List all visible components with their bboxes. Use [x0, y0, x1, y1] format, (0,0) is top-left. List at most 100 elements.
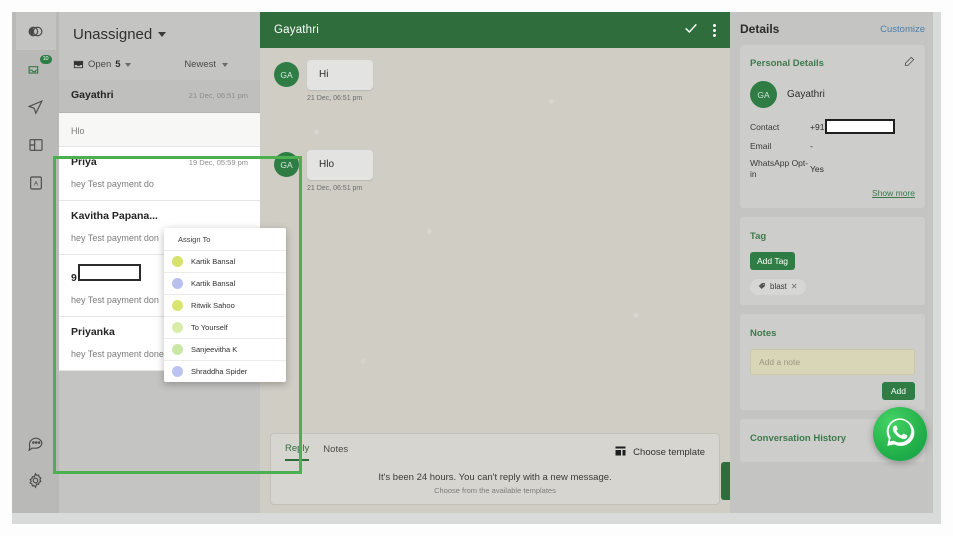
note-input[interactable]: Add a note	[750, 349, 915, 375]
tag-card-title: Tag	[750, 231, 766, 242]
whatsapp-optin-value: Yes	[810, 164, 824, 174]
assign-option-kartik-bansal-2[interactable]: Kartik Bansal	[164, 273, 286, 295]
message-bubble: Hlo	[307, 150, 373, 180]
conversation-item-gayathri-preview[interactable]: Hlo	[59, 113, 260, 147]
assignment-filter-dropdown[interactable]: Unassigned	[73, 26, 246, 43]
whatsapp-icon	[883, 415, 917, 454]
inbox-app: 10 A	[12, 12, 933, 513]
chat-contact-name: Gayathri	[274, 24, 319, 36]
avatar	[172, 300, 183, 311]
contact-field: Contact +91	[750, 119, 915, 134]
conversation-preview: hey Test payment do	[71, 179, 248, 189]
show-more-link[interactable]: Show more	[750, 188, 915, 198]
message-row: GA Hi	[260, 60, 730, 90]
whatsapp-fab[interactable]	[873, 407, 927, 461]
avatar: GA	[750, 81, 777, 108]
personal-details-header: Personal Details	[750, 54, 915, 72]
avatar	[172, 278, 183, 289]
assign-option-label: Ritwik Sahoo	[191, 301, 235, 310]
message-row: GA Hlo	[260, 150, 730, 180]
status-filter-label: Open	[88, 59, 111, 70]
assign-option-to-yourself[interactable]: To Yourself	[164, 317, 286, 339]
note-actions: Add	[750, 382, 915, 400]
tag-chips: blast ✕	[750, 270, 915, 295]
conversation-item-top: Gayathri 21 Dec, 06:51 pm	[71, 89, 248, 101]
status-filter-count: 5	[115, 59, 120, 70]
avatar	[172, 322, 183, 333]
assign-option-label: Kartik Bansal	[191, 257, 235, 266]
chat-bubble-icon	[27, 434, 44, 451]
composer-tabs: Reply Notes Choose template	[271, 434, 719, 461]
chat-header-actions	[683, 20, 716, 41]
status-filter-dropdown[interactable]: Open 5	[73, 59, 131, 70]
chevron-down-icon	[222, 63, 228, 67]
avatar: GA	[274, 152, 299, 177]
chevron-down-icon	[158, 32, 166, 37]
choose-template-button[interactable]: Choose template	[614, 445, 705, 460]
tab-reply[interactable]: Reply	[285, 443, 309, 461]
assign-to-dropdown[interactable]: Assign To Kartik Bansal Kartik Bansal Ri…	[164, 228, 286, 382]
sidebar-item-inbox[interactable]: 10	[16, 50, 56, 88]
conversation-item-priya[interactable]: Priya 19 Dec, 05:59 pm hey Test payment …	[59, 147, 260, 201]
assign-option-kartik-bansal-1[interactable]: Kartik Bansal	[164, 251, 286, 273]
svg-text:A: A	[33, 181, 38, 188]
sidebar-item-broadcast[interactable]	[16, 88, 56, 126]
email-field: Email -	[750, 141, 915, 151]
sidebar-item-dashboard[interactable]	[16, 126, 56, 164]
conversation-item-gayathri[interactable]: Gayathri 21 Dec, 06:51 pm	[59, 80, 260, 113]
assign-option-sanjeevitha-k[interactable]: Sanjeevitha K	[164, 339, 286, 361]
paper-plane-icon	[27, 99, 44, 116]
chat-header: Gayathri	[260, 12, 730, 48]
assign-option-ritwik-sahoo[interactable]: Ritwik Sahoo	[164, 295, 286, 317]
sidebar-item-chat[interactable]	[16, 423, 56, 461]
close-icon[interactable]: ✕	[791, 282, 798, 291]
sort-dropdown[interactable]: Newest	[184, 59, 246, 70]
whatsapp-optin-field: WhatsApp Opt-in Yes	[750, 158, 915, 181]
avatar	[172, 366, 183, 377]
conversation-item-top: Kavitha Papana...	[71, 210, 248, 222]
choose-template-label: Choose template	[633, 447, 705, 458]
left-nav-rail: 10 A	[12, 12, 59, 513]
conversation-list-header: Unassigned	[59, 12, 260, 49]
tab-notes[interactable]: Notes	[323, 444, 348, 460]
assign-option-label: Shraddha Spider	[191, 367, 247, 376]
message-bubble: Hi	[307, 60, 373, 90]
message-spacer	[260, 102, 730, 150]
edit-pencil-icon[interactable]	[904, 54, 915, 72]
contact-value-prefix: +91	[810, 122, 824, 132]
conversation-time: 19 Dec, 05:59 pm	[189, 158, 248, 167]
contact-book-icon: A	[28, 175, 44, 191]
message-composer: Reply Notes Choose template It's been 24…	[270, 433, 720, 505]
assign-option-label: Sanjeevitha K	[191, 345, 237, 354]
details-header: Details Customize	[740, 22, 925, 36]
add-note-button[interactable]: Add	[882, 382, 915, 400]
contact-name: Gayathri	[787, 89, 825, 100]
personal-details-title: Personal Details	[750, 58, 824, 69]
assign-option-shraddha-spider[interactable]: Shraddha Spider	[164, 361, 286, 382]
notes-card-title: Notes	[750, 328, 776, 339]
sidebar-item-contacts[interactable]: A	[16, 164, 56, 202]
conversation-preview: Hlo	[71, 126, 248, 136]
contrast-icon	[27, 23, 44, 40]
theme-toggle-button[interactable]	[16, 12, 56, 50]
sidebar-item-settings[interactable]	[16, 461, 56, 499]
message-timestamp: 21 Dec, 06:51 pm	[307, 185, 730, 192]
personal-details-card: Personal Details GA Gayathri Contact +91	[740, 45, 925, 208]
inbox-badge: 10	[40, 55, 52, 64]
conversation-name: Priya	[71, 156, 97, 168]
composer-warning: It's been 24 hours. You can't reply with…	[271, 472, 719, 495]
avatar	[172, 256, 183, 267]
contact-label: Contact	[750, 122, 810, 132]
contact-value: +91	[810, 119, 895, 134]
conversation-name: Kavitha Papana...	[71, 210, 158, 222]
conversation-name: 9	[71, 272, 77, 284]
tag-chip-blast[interactable]: blast ✕	[750, 279, 806, 295]
resolve-check-icon[interactable]	[683, 20, 699, 41]
add-tag-button[interactable]: Add Tag	[750, 252, 795, 270]
email-value: -	[810, 141, 813, 151]
customize-link[interactable]: Customize	[880, 24, 925, 35]
notes-card: Notes Add a note Add	[740, 314, 925, 410]
chat-more-options-icon[interactable]	[713, 24, 716, 37]
conversation-item-top: Priya 19 Dec, 05:59 pm	[71, 156, 248, 168]
tag-chip-label: blast	[770, 282, 787, 291]
